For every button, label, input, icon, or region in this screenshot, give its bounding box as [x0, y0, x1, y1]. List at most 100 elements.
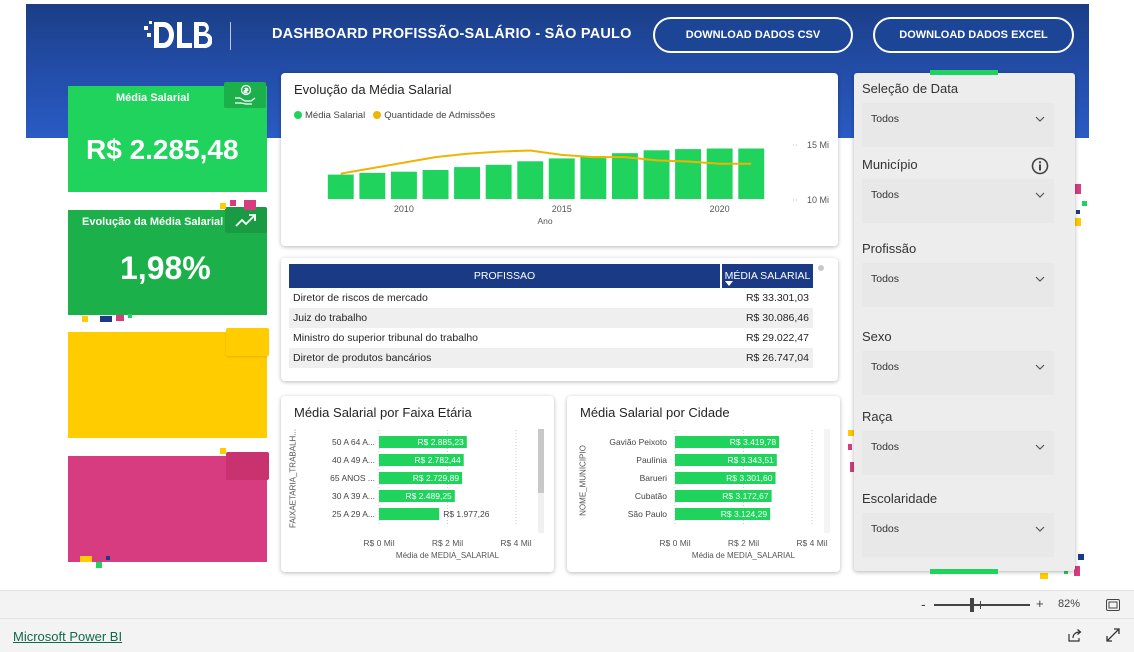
table-row[interactable]: Diretor de riscos de mercado R$ 33.301,0… [289, 288, 813, 308]
data-label: R$ 3.419,78 [730, 437, 777, 447]
y-tick-label: 15 Mi [807, 140, 829, 150]
chart-scrollbar[interactable] [824, 429, 830, 533]
chevron-down-icon[interactable] [1035, 114, 1045, 124]
age-bar-plot[interactable]: 50 A 64 A... R$ 2.885,23 40 A 49 A... R$ 2.… [281, 396, 554, 572]
x-axis-label: Ano [537, 216, 552, 226]
category-label: Paulínia [636, 455, 667, 465]
slicer-label: Município [862, 157, 918, 172]
column-header-profissao[interactable]: PROFISSAO [289, 264, 721, 288]
slicer-value: Todos [871, 113, 900, 125]
bar-media-salarial[interactable] [706, 148, 733, 200]
sort-desc-icon [725, 281, 733, 286]
bar-media-salarial[interactable] [327, 174, 354, 199]
chart-scrollbar[interactable] [538, 429, 544, 533]
table-scrollbar[interactable] [818, 265, 824, 271]
download-excel-button[interactable]: DOWNLOAD DADOS EXCEL [873, 17, 1074, 53]
report-canvas: DASHBOARD PROFISSÃO-SALÁRIO - SÃO PAULO … [0, 0, 1134, 590]
decor-square [80, 556, 92, 562]
bar-media-salarial[interactable] [359, 172, 386, 199]
zoom-level[interactable]: 82% [1058, 598, 1080, 610]
bar-media-salarial[interactable] [422, 170, 449, 199]
zoom-in-button[interactable]: + [1036, 596, 1044, 611]
table-row[interactable]: Diretor de produtos bancários R$ 26.747,… [289, 348, 813, 368]
kpi-title: Evolução da Média Salarial [82, 216, 224, 228]
city-chart-card[interactable]: Média Salarial por Cidade NOME_MUNICIPIO… [567, 396, 840, 572]
info-icon[interactable] [1031, 157, 1049, 175]
chart-scrollbar-thumb[interactable] [538, 429, 544, 493]
chevron-down-icon[interactable] [1035, 190, 1045, 200]
slicer-dropdown[interactable] [862, 431, 1054, 475]
microsoft-power-bi-link[interactable]: Microsoft Power BI [13, 629, 122, 644]
bar-media-salarial[interactable] [391, 171, 417, 199]
table-row[interactable]: Juiz do trabalho R$ 30.086,46 [289, 308, 813, 328]
bar-media-salarial[interactable] [675, 149, 701, 199]
column-header-media-salarial[interactable]: MÉDIA SALARIAL [720, 264, 813, 288]
slicer-label: Escolaridade [862, 491, 938, 506]
decor-square [1076, 210, 1080, 214]
data-label: R$ 2.489,25 [405, 491, 452, 501]
slicer-label: Seleção de Data [862, 81, 959, 96]
evolution-chart-card[interactable]: Evolução da Média Salarial Média Salaria… [281, 73, 838, 246]
city-bar-plot[interactable]: Gavião Peixoto R$ 3.419,78 Paulínia R$ 3.34… [567, 396, 840, 572]
bar-media-salarial[interactable] [485, 164, 512, 199]
slicer-dropdown[interactable] [862, 263, 1054, 307]
data-label: R$ 3.124,29 [721, 509, 768, 519]
profession-cell: Diretor de produtos bancários [289, 348, 721, 368]
decor-square [244, 200, 256, 210]
kpi-media-salarial: Média Salarial R$ 2.285,48 [68, 82, 267, 192]
x-tick-label: 2015 [552, 204, 572, 214]
table-row[interactable]: Ministro do superior tribunal do trabalh… [289, 328, 813, 348]
chevron-down-icon[interactable] [1035, 524, 1045, 534]
chevron-down-icon[interactable] [1035, 274, 1045, 284]
decor-square [1075, 218, 1081, 226]
bar-media-salarial[interactable] [517, 161, 544, 199]
share-icon[interactable] [1068, 629, 1082, 642]
slicer-dropdown[interactable] [862, 103, 1054, 147]
decor-square [96, 562, 102, 568]
evolution-plot[interactable]: 2010 2015 2020 Ano 15 Mi 10 Mi [281, 73, 838, 246]
zoom-out-button[interactable]: - [921, 596, 926, 612]
bar-media-salarial[interactable] [580, 156, 607, 199]
slicer-dropdown[interactable] [862, 351, 1054, 395]
bar[interactable] [379, 508, 440, 520]
download-csv-button[interactable]: DOWNLOAD DADOS CSV [653, 17, 853, 53]
x-tick-label: R$ 2 Mil [432, 538, 463, 548]
logo-divider [230, 22, 231, 50]
decor-square [128, 314, 132, 318]
bar-media-salarial[interactable] [643, 150, 670, 199]
category-label: 40 A 49 A... [332, 455, 375, 465]
bar-media-salarial[interactable] [548, 158, 575, 199]
salary-cell: R$ 26.747,04 [721, 348, 813, 368]
category-label: 50 A 64 A... [332, 437, 375, 447]
age-chart-card[interactable]: Média Salarial por Faixa Etária FAIXAETA… [281, 396, 554, 572]
decor-square [1040, 573, 1048, 579]
bar-media-salarial[interactable] [612, 153, 638, 199]
slicer-dropdown[interactable] [862, 179, 1054, 223]
category-label: Cubatão [635, 491, 667, 501]
bar-media-salarial[interactable] [454, 167, 480, 199]
x-axis-label: Média de MEDIA_SALARIAL [692, 551, 796, 560]
profession-cell: Ministro do superior tribunal do trabalh… [293, 332, 479, 344]
salary-cell: R$ 29.022,47 [745, 332, 809, 344]
slicer-dropdown[interactable] [862, 513, 1054, 557]
decor-square [1082, 201, 1087, 206]
profession-table-card[interactable]: PROFISSAO MÉDIA SALARIAL Diretor de risc… [281, 258, 838, 381]
x-tick-label: 2010 [394, 204, 414, 214]
x-axis-label: Média de MEDIA_SALARIAL [396, 551, 500, 560]
fit-to-page-icon[interactable] [1106, 599, 1120, 611]
bar-media-salarial[interactable] [738, 148, 765, 200]
x-tick-label: R$ 4 Mil [500, 538, 531, 548]
fullscreen-icon[interactable] [1106, 628, 1120, 642]
chevron-down-icon[interactable] [1035, 362, 1045, 372]
chevron-down-icon[interactable] [1035, 442, 1045, 452]
decor-square [220, 203, 226, 209]
decor-square [1078, 554, 1084, 560]
decor-square [848, 444, 852, 450]
zoom-slider[interactable] [934, 598, 1030, 612]
zoom-slider-thumb[interactable] [970, 598, 974, 612]
money-hand-icon [224, 82, 266, 108]
powerbi-footer: Microsoft Power BI [0, 618, 1134, 652]
x-tick-label: R$ 2 Mil [728, 538, 759, 548]
panel-accent-top [930, 70, 998, 75]
profession-table: PROFISSAO MÉDIA SALARIAL Diretor de risc… [289, 264, 813, 368]
